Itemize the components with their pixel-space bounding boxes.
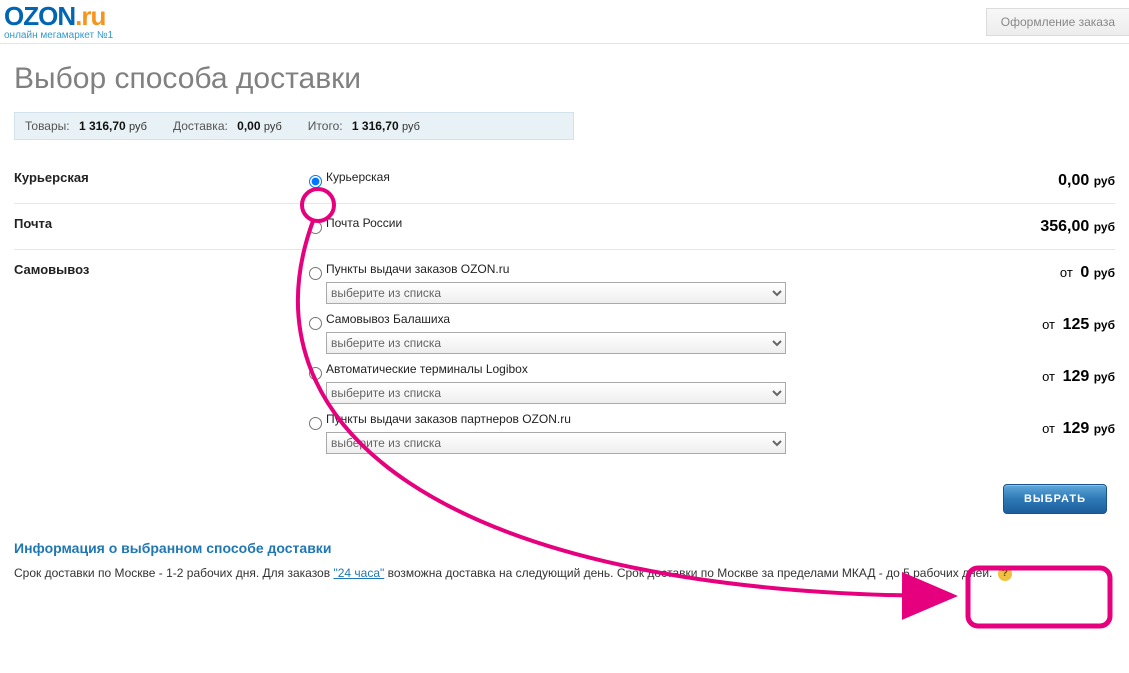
price-value: 129: [1063, 420, 1094, 437]
price-unit: руб: [1094, 318, 1115, 332]
delivery-options: Курьерская: [304, 166, 945, 195]
delivery-location-select[interactable]: выберите из списка: [326, 432, 786, 454]
price-unit: руб: [1094, 174, 1115, 188]
delivery-price: от 0 руб: [945, 258, 1115, 310]
delivery-location-select[interactable]: выберите из списка: [326, 382, 786, 404]
delivery-table: КурьерскаяКурьерская0,00 рубПочтаПочта Р…: [14, 158, 1115, 474]
summary-total-value: 1 316,70: [352, 119, 399, 133]
price-value: 125: [1063, 316, 1094, 333]
delivery-option-label: Пункты выдачи заказов OZON.ru: [326, 262, 945, 276]
delivery-location-select[interactable]: выберите из списка: [326, 282, 786, 304]
info-heading: Информация о выбранном способе доставки: [14, 540, 1115, 556]
summary-goods-unit: руб: [129, 121, 147, 133]
price-value: 0: [1080, 264, 1093, 281]
help-icon[interactable]: ?: [998, 567, 1012, 581]
breadcrumb-text: Оформление заказа: [1001, 15, 1115, 29]
delivery-options: Пункты выдачи заказов OZON.ru выберите из…: [304, 258, 945, 466]
delivery-location-select[interactable]: выберите из списка: [326, 332, 786, 354]
price-value: 356,00: [1040, 218, 1093, 235]
price-unit: руб: [1094, 266, 1115, 280]
delivery-group: ПочтаПочта России356,00 руб: [14, 203, 1115, 249]
delivery-radio[interactable]: [309, 367, 322, 380]
price-unit: руб: [1094, 422, 1115, 436]
delivery-group-label: Курьерская: [14, 166, 304, 195]
delivery-group-label: Самовывоз: [14, 258, 304, 466]
summary-bar: Товары: 1 316,70 руб Доставка: 0,00 руб …: [14, 112, 574, 140]
summary-goods-value: 1 316,70: [79, 119, 126, 133]
info-text-after: возможна доставка на следующий день. Сро…: [384, 566, 992, 580]
page-title: Выбор способа доставки: [14, 62, 1115, 96]
delivery-option-label: Автоматические терминалы Logibox: [326, 362, 945, 376]
delivery-group: КурьерскаяКурьерская0,00 руб: [14, 158, 1115, 203]
delivery-price: от 129 руб: [945, 414, 1115, 466]
delivery-price: от 129 руб: [945, 362, 1115, 414]
delivery-radio[interactable]: [309, 175, 322, 188]
delivery-option: Курьерская: [304, 166, 945, 195]
delivery-group: Самовывоз Пункты выдачи заказов OZON.ru вы…: [14, 249, 1115, 474]
delivery-group-label: Почта: [14, 212, 304, 241]
summary-delivery-value: 0,00: [237, 119, 260, 133]
delivery-option: Самовывоз Балашиха выберите из списка: [304, 308, 945, 358]
price-value: 129: [1063, 368, 1094, 385]
logo-tagline: онлайн мегамаркет №1: [4, 31, 113, 41]
logo-brand: OZON: [4, 3, 75, 29]
summary-total-label: Итого:: [308, 119, 343, 133]
delivery-option: Пункты выдачи заказов OZON.ru выберите из…: [304, 258, 945, 308]
delivery-radio[interactable]: [309, 417, 322, 430]
delivery-radio[interactable]: [309, 317, 322, 330]
info-body: Срок доставки по Москве - 1-2 рабочих дн…: [14, 564, 1115, 582]
delivery-option-label: Самовывоз Балашиха: [326, 312, 945, 326]
price-unit: руб: [1094, 220, 1115, 234]
delivery-price-column: 0,00 руб: [945, 166, 1115, 195]
info-link[interactable]: "24 часа": [333, 566, 384, 580]
delivery-price: 356,00 руб: [945, 212, 1115, 240]
price-unit: руб: [1094, 370, 1115, 384]
delivery-price: от 125 руб: [945, 310, 1115, 362]
breadcrumb: Оформление заказа: [986, 8, 1129, 36]
summary-delivery-unit: руб: [264, 121, 282, 133]
info-text-before: Срок доставки по Москве - 1-2 рабочих дн…: [14, 566, 333, 580]
delivery-price-column: от 0 рубот 125 рубот 129 рубот 129 руб: [945, 258, 1115, 466]
summary-total-unit: руб: [402, 121, 420, 133]
delivery-option-label: Пункты выдачи заказов партнеров OZON.ru: [326, 412, 945, 426]
choose-button[interactable]: ВЫБРАТЬ: [1003, 484, 1107, 514]
delivery-option: Почта России: [304, 212, 945, 241]
delivery-option-label: Курьерская: [326, 170, 945, 184]
delivery-radio[interactable]: [309, 267, 322, 280]
summary-delivery-label: Доставка:: [173, 119, 228, 133]
price-value: 0,00: [1058, 172, 1094, 189]
summary-goods-label: Товары:: [25, 119, 70, 133]
delivery-radio[interactable]: [309, 221, 322, 234]
delivery-option-label: Почта России: [326, 216, 945, 230]
delivery-price-column: 356,00 руб: [945, 212, 1115, 241]
logo[interactable]: OZON .ru онлайн мегамаркет №1: [4, 3, 113, 41]
delivery-options: Почта России: [304, 212, 945, 241]
logo-tld: .ru: [75, 3, 105, 29]
delivery-price: 0,00 руб: [945, 166, 1115, 194]
delivery-option: Автоматические терминалы Logibox выберите…: [304, 358, 945, 408]
delivery-option: Пункты выдачи заказов партнеров OZON.ru в…: [304, 408, 945, 458]
